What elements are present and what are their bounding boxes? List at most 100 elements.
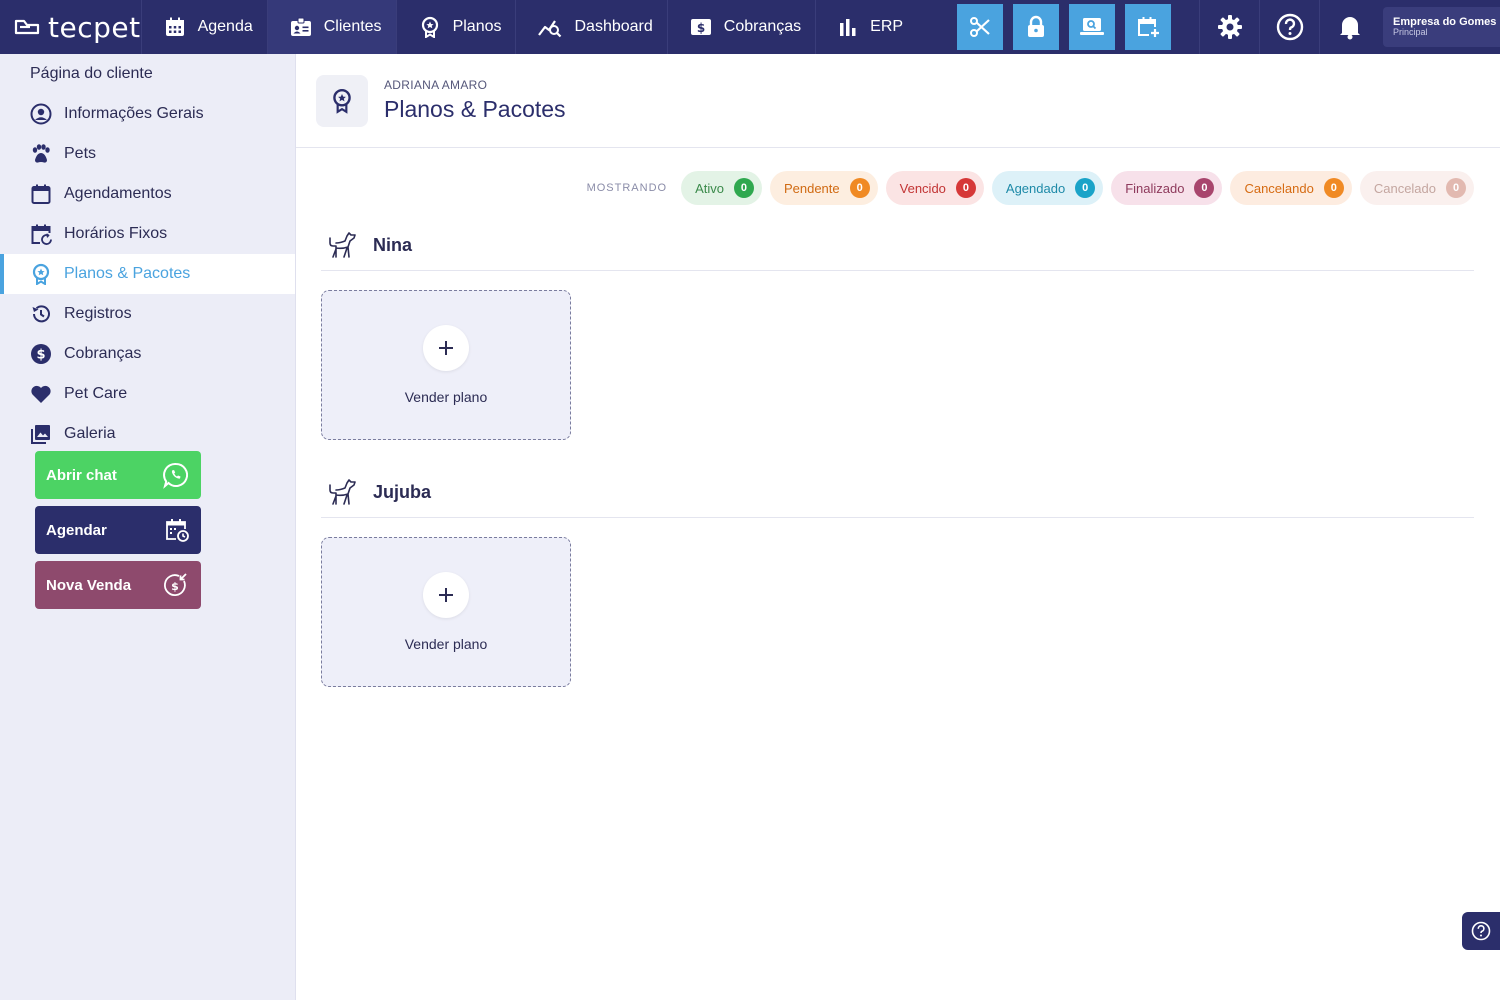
filter-chip-pendente[interactable]: Pendente 0	[769, 171, 878, 205]
sell-plan-label: Vender plano	[404, 636, 488, 652]
company-unit: Principal	[1393, 27, 1428, 38]
nav-dashboard[interactable]: Dashboard	[516, 0, 668, 54]
dog-icon	[329, 478, 356, 505]
dog-icon	[329, 231, 356, 258]
chip-count-badge: 0	[1075, 178, 1096, 198]
plus-icon	[423, 572, 469, 618]
help-icon	[1276, 13, 1303, 41]
sidebar-item-label: Planos & Pacotes	[64, 265, 191, 282]
sidebar-item-horarios-fixos[interactable]: Horários Fixos	[0, 214, 295, 254]
sidebar-item-label: Cobranças	[64, 345, 142, 362]
filter-chip-agendado[interactable]: Agendado 0	[991, 171, 1104, 205]
logo-mark-icon	[14, 19, 40, 35]
brand-logo[interactable]: tecpet	[0, 0, 142, 54]
help-button[interactable]	[1259, 0, 1319, 54]
sell-plan-card[interactable]: Vender plano	[321, 537, 571, 687]
sidebar-item-galeria[interactable]: Galeria	[0, 414, 295, 454]
money-return-icon: $	[163, 573, 187, 597]
nav-planos[interactable]: Planos	[397, 0, 517, 54]
floating-help-button[interactable]	[1462, 912, 1500, 950]
sidebar-item-label: Pets	[64, 145, 97, 162]
calendar-add-button[interactable]	[1125, 4, 1172, 50]
notifications-button[interactable]	[1319, 0, 1379, 54]
new-sale-label: Nova Venda	[46, 576, 132, 594]
lock-button[interactable]	[1013, 4, 1060, 50]
bar-chart-icon	[840, 19, 856, 36]
pet-name: Jujuba	[373, 482, 432, 502]
schedule-button[interactable]: Agendar	[35, 506, 201, 554]
pet-header: Jujuba	[321, 468, 1474, 518]
chip-count-badge: 0	[733, 178, 754, 198]
chip-count-badge: 0	[849, 178, 870, 198]
filter-chip-cancelado[interactable]: Cancelado 0	[1359, 171, 1474, 205]
nav-clientes[interactable]: Clientes	[267, 0, 397, 54]
new-sale-button[interactable]: Nova Venda $	[35, 561, 201, 609]
bell-icon	[1339, 17, 1360, 40]
chip-label: Pendente	[783, 180, 840, 196]
company-switcher[interactable]: Empresa do Gomes Principal	[1383, 7, 1500, 47]
nav-erp-label: ERP	[870, 18, 904, 35]
sidebar-item-agendamentos[interactable]: Agendamentos	[0, 174, 295, 214]
chip-label: Vencido	[899, 180, 946, 196]
svg-text:$: $	[171, 580, 179, 593]
sidebar-item-label: Registros	[64, 305, 132, 322]
sidebar-item-pets[interactable]: Pets	[0, 134, 295, 174]
filter-chip-cancelando[interactable]: Cancelando 0	[1230, 171, 1352, 205]
pet-name: Nina	[373, 235, 413, 255]
sidebar-item-informacoes-gerais[interactable]: Informações Gerais	[0, 94, 295, 134]
sidebar-item-planos-pacotes[interactable]: Planos & Pacotes	[0, 254, 295, 294]
chip-label: Cancelado	[1373, 180, 1436, 196]
header-icon-box	[316, 74, 368, 127]
nav-agenda[interactable]: Agenda	[142, 0, 268, 54]
pet-header: Nina	[321, 221, 1474, 271]
sidebar-item-registros[interactable]: Registros	[0, 294, 295, 334]
sidebar-item-label: Horários Fixos	[64, 225, 168, 242]
filter-chip-vencido[interactable]: Vencido 0	[885, 171, 984, 205]
sell-plan-card[interactable]: Vender plano	[321, 290, 571, 440]
history-icon	[32, 305, 50, 323]
badge-icon	[421, 16, 438, 38]
quick-tools	[957, 4, 1172, 50]
dollar-circle-icon: $	[31, 344, 51, 364]
plus-icon	[423, 325, 469, 371]
svg-text:$: $	[36, 348, 45, 363]
sidebar-item-cobrancas[interactable]: $ Cobranças	[0, 334, 295, 374]
nav-cobrancas-label: Cobranças	[723, 18, 802, 35]
sidebar-item-pet-care[interactable]: Pet Care	[0, 374, 295, 414]
open-chat-label: Abrir chat	[46, 466, 117, 484]
chip-count-badge: 0	[1194, 178, 1215, 198]
chip-label: Ativo	[695, 180, 724, 196]
badge-icon	[32, 263, 50, 285]
nav-dashboard-label: Dashboard	[574, 18, 653, 35]
chip-label: Finalizado	[1125, 180, 1185, 196]
lock-icon	[1028, 15, 1045, 37]
pet-section-nina: Nina Vender plano	[321, 221, 1474, 440]
heart-icon	[31, 385, 51, 403]
badge-icon	[333, 88, 351, 114]
sidebar-item-label: Pet Care	[64, 385, 128, 402]
laptop-search-icon	[1080, 18, 1105, 35]
calendar-icon	[31, 184, 51, 204]
client-name: ADRIANA AMARO	[384, 78, 488, 92]
nav-erp[interactable]: ERP	[816, 0, 917, 54]
filter-chip-ativo[interactable]: Ativo 0	[681, 171, 762, 205]
calendar-clock-icon	[166, 519, 189, 542]
filter-chip-finalizado[interactable]: Finalizado 0	[1111, 171, 1223, 205]
laptop-search-button[interactable]	[1069, 4, 1116, 50]
sidebar-item-label: Agendamentos	[64, 185, 172, 202]
settings-button[interactable]	[1199, 0, 1259, 54]
sidebar-item-label: Galeria	[64, 425, 116, 442]
client-sidebar: Página do cliente Informações Gerais Pet…	[0, 54, 296, 1000]
svg-text:$: $	[697, 21, 705, 35]
scissors-button[interactable]	[957, 4, 1004, 50]
chip-count-badge: 0	[1323, 178, 1344, 198]
nav-cobrancas[interactable]: $ Cobranças	[668, 0, 817, 54]
calendar-repeat-icon	[31, 224, 52, 245]
chip-count-badge: 0	[955, 178, 976, 198]
help-icon	[1471, 921, 1491, 941]
open-chat-button[interactable]: Abrir chat	[35, 451, 201, 499]
sidebar-title: Página do cliente	[30, 65, 153, 82]
gallery-icon	[31, 425, 50, 444]
calendar-icon	[165, 17, 184, 36]
whatsapp-icon	[163, 462, 188, 489]
